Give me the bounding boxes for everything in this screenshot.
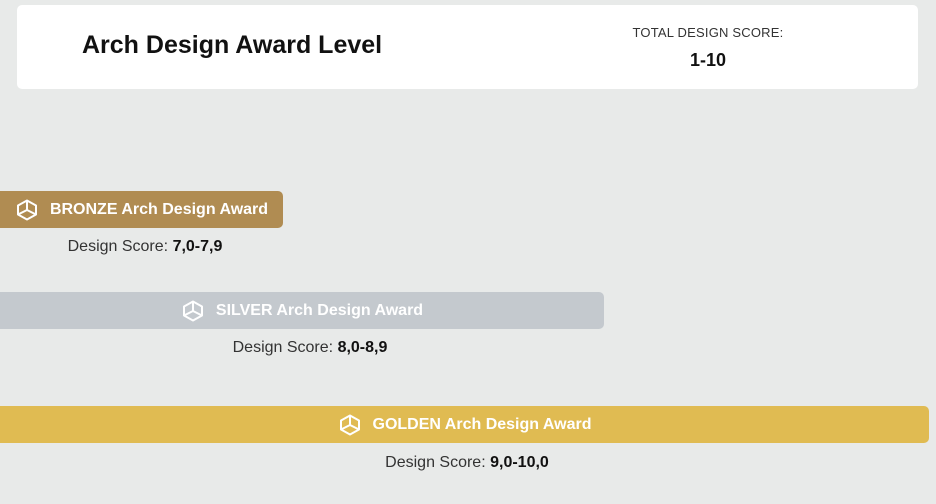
- award-icon: [338, 413, 362, 437]
- total-score-caption: TOTAL DESIGN SCORE:: [632, 25, 784, 40]
- design-score-label: Design Score:: [385, 454, 486, 471]
- golden-design-score: Design Score: 9,0-10,0: [0, 454, 934, 472]
- page-title: Arch Design Award Level: [82, 31, 383, 59]
- design-score-label: Design Score:: [232, 339, 334, 356]
- design-score-value: 7,0-7,9: [172, 238, 223, 255]
- silver-award-bar: SILVER Arch Design Award: [0, 292, 604, 329]
- silver-award-label: SILVER Arch Design Award: [215, 301, 424, 319]
- bronze-award-label: BRONZE Arch Design Award: [49, 200, 269, 218]
- design-score-label: Design Score:: [67, 238, 169, 255]
- bronze-design-score: Design Score: 7,0-7,9: [0, 238, 290, 256]
- award-icon: [181, 299, 205, 323]
- award-icon: [15, 198, 39, 222]
- total-score-range: 1-10: [689, 50, 727, 70]
- bronze-award-bar: BRONZE Arch Design Award: [0, 191, 283, 228]
- golden-award-bar: GOLDEN Arch Design Award: [0, 406, 929, 443]
- golden-award-label: GOLDEN Arch Design Award: [372, 415, 592, 433]
- silver-design-score: Design Score: 8,0-8,9: [0, 339, 620, 357]
- award-level-header: Arch Design Award Level TOTAL DESIGN SCO…: [17, 5, 918, 89]
- design-score-value: 9,0-10,0: [490, 454, 549, 471]
- total-score-block: TOTAL DESIGN SCORE: 1-10: [597, 25, 819, 70]
- design-score-value: 8,0-8,9: [337, 339, 388, 356]
